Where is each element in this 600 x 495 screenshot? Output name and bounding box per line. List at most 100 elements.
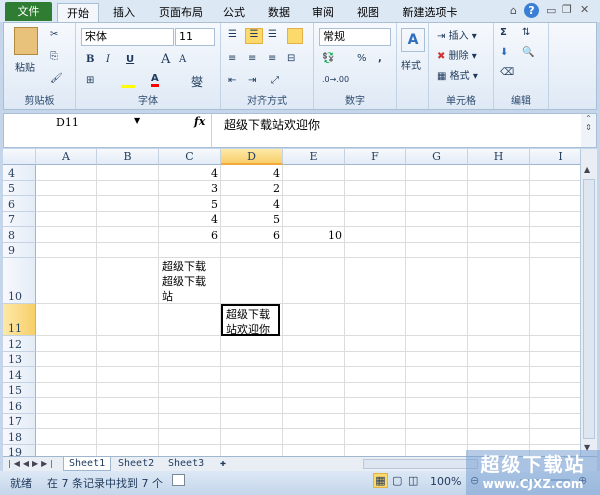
cell[interactable]: 5 (159, 196, 221, 212)
sheet-tab[interactable]: Sheet1 (63, 457, 112, 471)
column-header[interactable]: E (283, 149, 345, 165)
horizontal-scrollbar[interactable] (363, 459, 478, 469)
tab-formulas[interactable]: 公式 (216, 3, 252, 22)
paste-icon[interactable] (14, 27, 38, 55)
cell[interactable]: 5 (221, 212, 283, 228)
help-icon[interactable]: ? (524, 3, 539, 18)
cell[interactable]: 超级下载超级下载站 (159, 258, 218, 304)
vertical-scrollbar[interactable]: ▲ ▼ (580, 149, 597, 456)
cell[interactable]: 2 (221, 181, 283, 197)
row-header[interactable]: 18 (3, 429, 36, 445)
row-header[interactable]: 10 (3, 258, 36, 304)
find-select-icon[interactable]: 🔍 (522, 47, 534, 58)
sheet-nav-icons[interactable]: |◀◀▶▶| (8, 457, 56, 471)
format-cells-button[interactable]: ▦ 格式 ▾ (437, 67, 478, 82)
expand-formula-bar-icon[interactable]: ⌃ ⇕ (581, 114, 596, 147)
cell[interactable]: 6 (221, 227, 283, 243)
tab-view[interactable]: 视图 (350, 3, 386, 22)
align-center-icon[interactable]: ≡ (248, 53, 256, 64)
scroll-up-icon[interactable]: ▲ (584, 165, 590, 174)
spreadsheet-grid[interactable]: A B C D E F G H I 4 5 6 7 8 9 10 11 12 13 14 15 16 17 18 19 4 4 3 2 5… (3, 149, 580, 456)
row-header[interactable]: 5 (3, 180, 36, 196)
styles-button[interactable]: 样式 (401, 57, 421, 72)
zoom-level[interactable]: 100% (430, 475, 461, 488)
row-header[interactable]: 16 (3, 398, 36, 414)
row-header[interactable]: 11 (3, 304, 36, 336)
macro-record-icon[interactable] (172, 474, 185, 486)
insert-function-button[interactable]: fx (194, 115, 205, 128)
align-middle-icon[interactable]: ☰ (245, 28, 263, 44)
tab-insert[interactable]: 插入 (106, 3, 142, 22)
cell[interactable]: 6 (159, 227, 221, 243)
page-layout-view-icon[interactable]: ▢ (392, 474, 402, 487)
page-break-view-icon[interactable]: ◫ (408, 474, 418, 487)
decrease-indent-icon[interactable]: ⇤ (228, 75, 236, 86)
font-name-combo[interactable]: 宋体 (81, 28, 174, 46)
row-header[interactable]: 8 (3, 227, 36, 243)
increase-indent-icon[interactable]: ⇥ (248, 75, 256, 86)
tab-page-layout[interactable]: 页面布局 (152, 3, 210, 22)
phonetic-button[interactable]: 燮 (191, 73, 203, 90)
insert-sheet-icon[interactable]: ✚ (215, 457, 231, 471)
font-color-icon[interactable]: A (151, 73, 159, 87)
column-header[interactable]: F (345, 149, 406, 165)
row-header[interactable]: 13 (3, 351, 36, 367)
currency-icon[interactable]: 💱 (322, 53, 334, 64)
column-header[interactable]: A (36, 149, 97, 165)
minimize-icon[interactable]: ▭ (546, 4, 556, 17)
align-left-icon[interactable]: ≡ (228, 53, 236, 64)
increase-decimal-icon[interactable]: .0→.00 (322, 75, 349, 84)
normal-view-icon[interactable]: ▦ (373, 473, 388, 488)
italic-button[interactable]: I (106, 54, 110, 65)
number-format-combo[interactable]: 常规 (319, 28, 391, 46)
border-icon[interactable]: ⊞ (86, 75, 94, 86)
sort-filter-icon[interactable]: ⇅ (522, 27, 530, 38)
column-header[interactable]: I (530, 149, 580, 165)
cell[interactable]: 4 (159, 165, 221, 181)
row-header[interactable]: 9 (3, 242, 36, 258)
row-header[interactable]: 17 (3, 413, 36, 429)
grow-font-button[interactable]: A (161, 52, 170, 67)
column-header[interactable]: B (97, 149, 159, 165)
bold-button[interactable]: B (86, 54, 94, 65)
cell[interactable]: 4 (159, 212, 221, 228)
row-header[interactable]: 14 (3, 367, 36, 383)
column-header[interactable]: G (406, 149, 468, 165)
name-box-dropdown-icon[interactable]: ▼ (134, 116, 140, 125)
autosum-button[interactable]: Σ (500, 27, 507, 38)
row-header[interactable]: 6 (3, 196, 36, 212)
row-header[interactable]: 12 (3, 336, 36, 352)
tab-data[interactable]: 数据 (260, 3, 298, 22)
align-top-icon[interactable]: ☰ (228, 29, 237, 40)
select-all-corner[interactable] (3, 149, 36, 165)
cell[interactable]: 10 (283, 227, 345, 243)
clear-icon[interactable]: ⌫ (500, 67, 514, 78)
tab-new[interactable]: 新建选项卡 (395, 3, 465, 22)
row-header[interactable]: 7 (3, 211, 36, 227)
tab-home[interactable]: 开始 (57, 3, 99, 22)
active-cell[interactable]: 超级下载站欢迎你 (221, 304, 280, 336)
sheet-tab[interactable]: Sheet2 (113, 457, 159, 471)
row-header[interactable]: 4 (3, 165, 36, 181)
tab-file[interactable]: 文件 (5, 2, 52, 21)
align-right-icon[interactable]: ≡ (268, 53, 276, 64)
name-box[interactable]: D11 (4, 114, 147, 131)
tab-review[interactable]: 审阅 (305, 3, 341, 22)
column-header[interactable]: H (468, 149, 530, 165)
column-header[interactable]: C (159, 149, 221, 165)
fill-color-icon[interactable] (121, 75, 135, 88)
merge-center-icon[interactable]: ⊟ (287, 53, 295, 64)
wrap-text-icon[interactable] (287, 28, 303, 44)
paste-button[interactable]: 粘贴 (15, 59, 35, 74)
cut-icon[interactable]: ✂ (50, 29, 58, 40)
cell[interactable]: 4 (221, 196, 283, 212)
comma-button[interactable]: , (378, 53, 382, 64)
cell[interactable]: 3 (159, 181, 221, 197)
scroll-thumb[interactable] (583, 179, 595, 439)
format-painter-icon[interactable]: 🖌 (50, 73, 63, 84)
delete-cells-button[interactable]: ✖ 删除 ▾ (437, 47, 477, 62)
row-header[interactable]: 19 (3, 444, 36, 456)
formula-input[interactable]: 超级下载站欢迎你 (211, 114, 581, 147)
percent-button[interactable]: % (357, 53, 367, 64)
sheet-tab[interactable]: Sheet3 (163, 457, 209, 471)
